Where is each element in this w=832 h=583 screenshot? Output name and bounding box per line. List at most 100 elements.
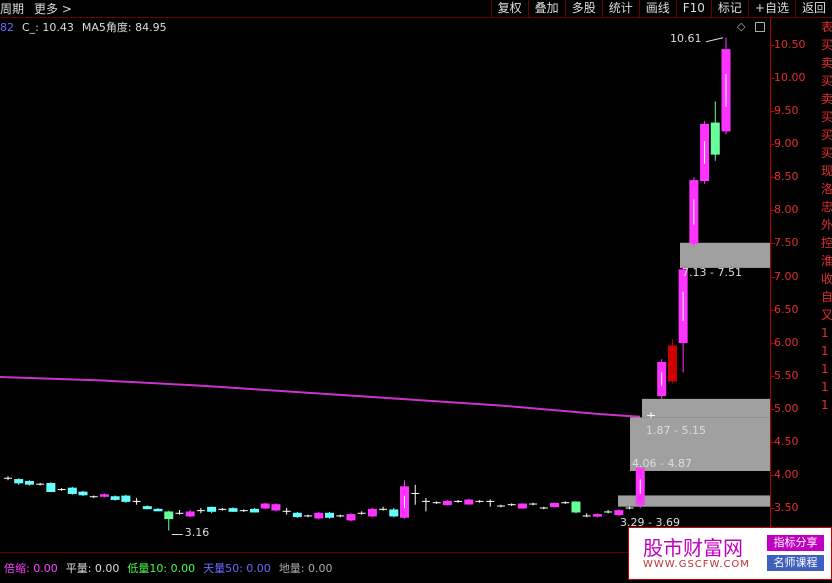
restore-rights-button[interactable]: 复权 <box>490 0 528 17</box>
edge-char: 收 <box>821 272 832 286</box>
top-toolbar: 周期 更多 > 复权 叠加 多股 统计 画线 F10 标记 +自选 返回 <box>0 0 832 18</box>
edge-char: 现 <box>821 164 832 178</box>
price-tick-mark <box>771 508 775 509</box>
candle-body <box>271 504 281 511</box>
edge-char: 1 <box>821 344 829 358</box>
candle-body <box>228 508 238 512</box>
price-tick-mark <box>771 474 775 476</box>
edge-char: 买 <box>821 110 832 124</box>
edge-char: 买 <box>821 74 832 88</box>
candle-body <box>260 503 270 509</box>
price-tick-mark <box>771 210 775 212</box>
edge-char: 又 <box>821 308 832 322</box>
draw-line-button[interactable]: 画线 <box>638 0 676 17</box>
price-tick: 7.50 <box>774 236 799 250</box>
edge-char: 卖 <box>821 92 832 106</box>
edge-char: 买 <box>821 38 832 52</box>
edge-char: 卖 <box>821 56 832 70</box>
candle-body <box>442 500 452 506</box>
mark-button[interactable]: 标记 <box>710 0 748 17</box>
high-arrow <box>705 37 724 43</box>
candle-body <box>550 502 560 508</box>
price-tick: 7.00 <box>774 269 799 283</box>
multi-stock-button[interactable]: 多股 <box>564 0 602 17</box>
edge-char: 自 <box>821 290 832 304</box>
price-tick-mark <box>771 144 775 146</box>
candle-body <box>592 514 602 517</box>
candle-body <box>99 494 109 497</box>
zone-label-1: 7.13 - 7.51 <box>682 265 742 279</box>
candle-body <box>153 508 163 512</box>
candlestick-chart[interactable] <box>0 18 770 552</box>
f10-button[interactable]: F10 <box>675 0 711 17</box>
candle-body <box>185 511 195 517</box>
shrink-ratio-value: 倍缩: 0.00 <box>4 562 58 575</box>
price-tick: 6.00 <box>774 335 799 349</box>
price-axis: 10.50 10.00 9.50 9.00 8.50 8.00 7.50 7.00 6.50 6.… <box>770 18 821 552</box>
candle-body <box>46 483 56 492</box>
edge-char: 1 <box>821 326 829 340</box>
candle-body <box>121 495 131 502</box>
price-tick: 4.00 <box>774 467 799 481</box>
toolbar-left: 周期 更多 > <box>0 0 72 17</box>
price-tick-mark <box>771 78 775 80</box>
watermark-title: 股市财富网 <box>643 536 743 560</box>
watermark-tag-share: 指标分享 <box>767 535 824 551</box>
candle-body <box>614 510 624 516</box>
price-tick: 10.50 <box>774 38 806 51</box>
price-zone-2 <box>642 398 770 418</box>
price-tick-mark <box>771 441 775 443</box>
price-tick: 3.50 <box>774 501 799 514</box>
edge-char: 1 <box>821 380 829 394</box>
candle-body <box>710 122 720 155</box>
edge-char: 买 <box>821 146 832 160</box>
back-button[interactable]: 返回 <box>794 0 832 17</box>
candle-body <box>292 512 302 518</box>
candle-body <box>67 487 77 494</box>
candle-body <box>110 496 120 500</box>
price-tick: 8.00 <box>774 203 799 217</box>
edge-char: 表 <box>821 20 832 34</box>
edge-char: 1 <box>821 362 829 376</box>
price-tick: 10.00 <box>774 71 806 85</box>
edge-char: 买 <box>821 128 832 142</box>
watermark-tag-course: 名师课程 <box>767 555 824 571</box>
price-tick-mark <box>771 243 775 245</box>
price-tick: 5.50 <box>774 368 799 382</box>
statistics-button[interactable]: 统计 <box>601 0 639 17</box>
edge-char: 控 <box>821 236 832 250</box>
candle-body <box>464 499 474 505</box>
right-edge-labels: 表买卖买卖买买买现洛忠外控淮收自又11111 <box>821 18 832 552</box>
flat-volume-value: 平量: 0.00 <box>65 562 120 575</box>
low-price-label: 3.16 <box>184 526 210 540</box>
add-watchlist-button[interactable]: +自选 <box>747 0 795 17</box>
price-tick-mark <box>771 276 775 278</box>
overlay-button[interactable]: 叠加 <box>527 0 565 17</box>
price-tick-mark <box>771 177 775 179</box>
price-tick-mark <box>771 45 775 46</box>
high-price-label: 10.61 <box>670 31 702 45</box>
low-volume-value: 低量10: 0.00 <box>127 562 196 575</box>
candle-body <box>24 481 34 485</box>
period-button[interactable]: 周期 <box>0 0 24 17</box>
price-tick: 4.50 <box>774 434 799 448</box>
price-tick-mark <box>771 375 775 377</box>
price-tick: 9.50 <box>774 104 799 118</box>
edge-char: 淮 <box>821 254 832 268</box>
price-tick: 9.00 <box>774 137 799 151</box>
candle-body <box>78 491 88 496</box>
more-button[interactable]: 更多 > <box>34 0 72 17</box>
edge-char: 外 <box>821 218 832 232</box>
zone-label-2: 1.87 - 5.15 <box>646 424 706 437</box>
price-tick: 5.00 <box>774 401 799 415</box>
price-tick-mark <box>771 111 775 113</box>
watermark-url: WWW.GSCFW.COM <box>643 559 750 570</box>
candle-body <box>667 345 677 382</box>
price-tick-mark <box>771 408 775 410</box>
price-tick: 6.50 <box>774 302 799 316</box>
edge-char: 忠 <box>821 200 832 214</box>
candle-body <box>571 501 581 513</box>
watermark-logo: 股市财富网 WWW.GSCFW.COM 指标分享 名师课程 <box>628 527 832 580</box>
ma-line <box>0 376 641 418</box>
candle-body <box>207 506 217 512</box>
